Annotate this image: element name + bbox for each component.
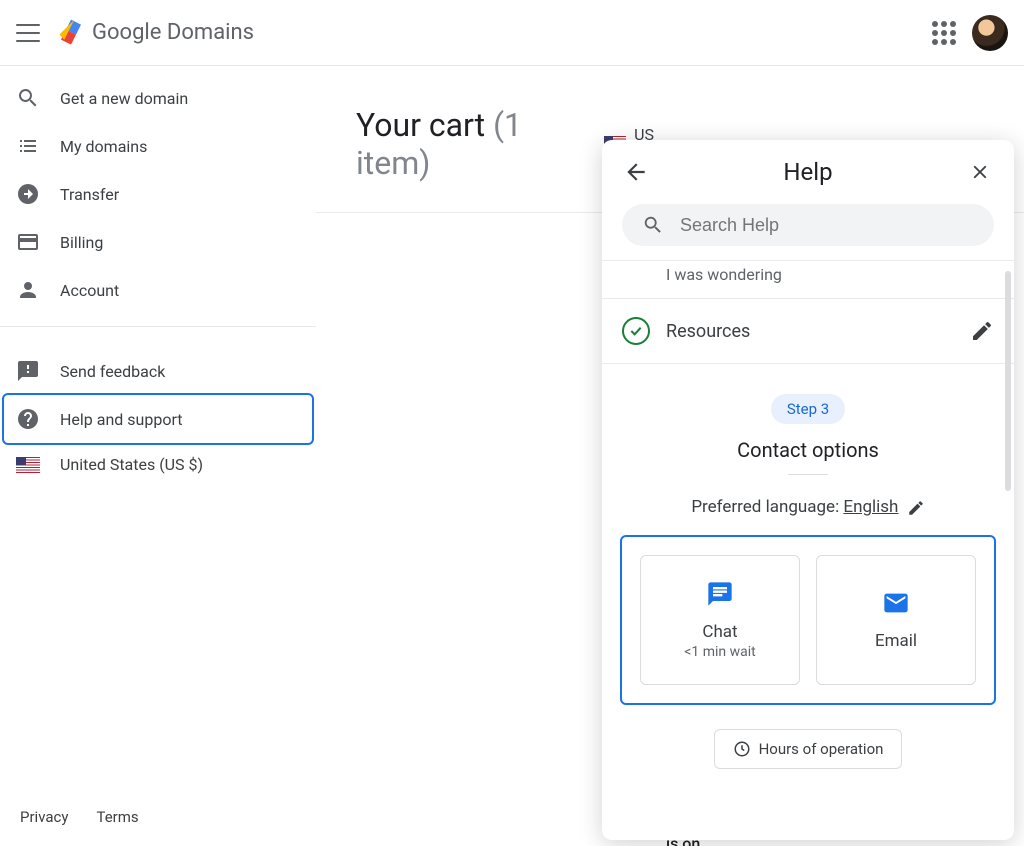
list-icon bbox=[16, 134, 40, 158]
nav-transfer[interactable]: Transfer bbox=[0, 170, 316, 218]
nav-label: Send feedback bbox=[60, 362, 165, 381]
logo[interactable]: Google Domains bbox=[56, 18, 254, 48]
contact-options: Chat <1 min wait Email bbox=[620, 535, 996, 705]
hours-button[interactable]: Hours of operation bbox=[714, 729, 903, 769]
footer-terms[interactable]: Terms bbox=[96, 808, 138, 826]
nav-label: My domains bbox=[60, 137, 147, 156]
help-search[interactable] bbox=[622, 204, 994, 246]
clock-icon bbox=[733, 740, 751, 758]
help-icon bbox=[16, 407, 40, 431]
nav-new-domain[interactable]: Get a new domain bbox=[0, 74, 316, 122]
feedback-icon bbox=[16, 359, 40, 383]
search-icon bbox=[16, 86, 40, 110]
footer-privacy[interactable]: Privacy bbox=[20, 808, 68, 826]
menu-icon[interactable] bbox=[16, 21, 40, 45]
resources-label: Resources bbox=[666, 321, 954, 342]
nav-label: Billing bbox=[60, 233, 103, 252]
edit-icon[interactable] bbox=[907, 499, 925, 517]
nav-billing[interactable]: Billing bbox=[0, 218, 316, 266]
close-button[interactable] bbox=[966, 158, 994, 186]
sidebar: Get a new domain My domains Transfer Bil… bbox=[0, 66, 316, 846]
nav-label: Get a new domain bbox=[60, 89, 188, 108]
nav-my-domains[interactable]: My domains bbox=[0, 122, 316, 170]
language-row: Preferred language: English bbox=[602, 497, 1014, 517]
contact-title: Contact options bbox=[602, 438, 1014, 462]
resources-row[interactable]: Resources bbox=[602, 298, 1014, 364]
email-icon bbox=[882, 589, 910, 617]
nav-label: Help and support bbox=[60, 410, 183, 429]
nav-label: Account bbox=[60, 281, 119, 300]
back-button[interactable] bbox=[622, 158, 650, 186]
help-panel: Help I was wondering Resources Step 3 Co… bbox=[602, 140, 1014, 840]
product-text: Domains bbox=[167, 20, 254, 45]
flag-us-icon bbox=[16, 457, 40, 473]
transfer-icon bbox=[16, 182, 40, 206]
prev-query: I was wondering bbox=[602, 261, 1014, 298]
avatar[interactable] bbox=[972, 15, 1008, 51]
edit-icon[interactable] bbox=[970, 319, 994, 343]
card-icon bbox=[16, 230, 40, 254]
brand-text: Google bbox=[92, 20, 161, 45]
cart-title: Your cart (1 item) bbox=[356, 106, 584, 182]
nav-region[interactable]: United States (US $) bbox=[0, 443, 316, 486]
nav-help[interactable]: Help and support bbox=[4, 395, 312, 443]
email-option[interactable]: Email bbox=[816, 555, 976, 685]
chat-label: Chat bbox=[702, 622, 737, 642]
nav-label: United States (US $) bbox=[60, 455, 203, 474]
email-label: Email bbox=[875, 631, 917, 651]
scrollbar[interactable] bbox=[1005, 271, 1011, 491]
chat-icon bbox=[706, 580, 734, 608]
person-icon bbox=[16, 278, 40, 302]
language-value[interactable]: English bbox=[843, 497, 898, 517]
nav-feedback[interactable]: Send feedback bbox=[0, 347, 316, 395]
nav-account[interactable]: Account bbox=[0, 266, 316, 314]
apps-icon[interactable] bbox=[932, 21, 956, 45]
help-title: Help bbox=[650, 158, 966, 186]
chat-wait: <1 min wait bbox=[684, 644, 755, 660]
nav-label: Transfer bbox=[60, 185, 119, 204]
help-search-input[interactable] bbox=[680, 215, 974, 236]
check-circle-icon bbox=[622, 317, 650, 345]
chat-option[interactable]: Chat <1 min wait bbox=[640, 555, 800, 685]
search-icon bbox=[642, 214, 664, 236]
step-badge: Step 3 bbox=[771, 394, 845, 424]
